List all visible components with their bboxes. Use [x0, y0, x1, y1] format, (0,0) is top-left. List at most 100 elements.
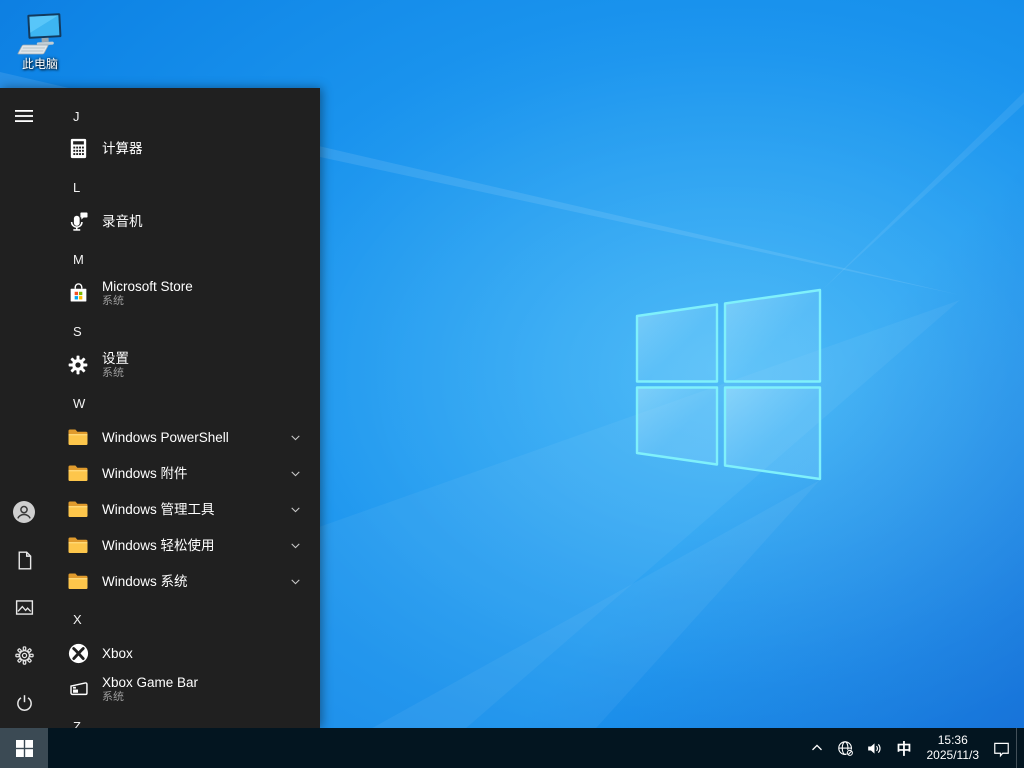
app-item-label: Windows 附件: [102, 465, 188, 481]
app-item-sublabel: 系统: [102, 295, 124, 307]
app-item-texts: Microsoft Store 系统: [102, 278, 193, 308]
folder-item-windows-accessories[interactable]: Windows 附件: [48, 455, 320, 491]
section-header-x[interactable]: X: [48, 601, 320, 637]
app-item-texts: 录音机: [102, 213, 143, 230]
rail-documents-button[interactable]: [0, 536, 48, 584]
microsoft-store-icon: [66, 281, 90, 305]
app-item-texts: Xbox Game Bar 系统: [102, 674, 198, 704]
app-item-label: Windows 系统: [102, 573, 188, 589]
speaker-volume-icon: [868, 742, 881, 754]
xbox-game-bar-icon: [66, 677, 90, 701]
section-letter: L: [73, 179, 81, 195]
rail-pictures-button[interactable]: [0, 583, 48, 631]
app-item-label: Xbox: [102, 645, 133, 661]
user-avatar-icon: [12, 500, 36, 524]
rail-settings-button[interactable]: [0, 631, 48, 679]
desktop-icon-this-pc[interactable]: 此电脑: [8, 12, 72, 71]
app-item-texts: Windows 轻松使用: [102, 537, 215, 554]
app-item-label: Windows PowerShell: [102, 429, 229, 445]
clock-time: 15:36: [937, 733, 968, 747]
app-item-label: 设置: [102, 351, 129, 366]
app-item-label: 录音机: [102, 213, 143, 229]
app-item-voice-recorder[interactable]: 录音机: [48, 203, 320, 239]
folder-item-windows-powershell[interactable]: Windows PowerShell: [48, 419, 320, 455]
app-item-sublabel: 系统: [102, 367, 124, 379]
section-header-j[interactable]: J: [48, 98, 320, 134]
folder-icon: [66, 533, 90, 557]
folder-item-windows-ease-of-access[interactable]: Windows 轻松使用: [48, 527, 320, 563]
section-letter: M: [73, 251, 84, 267]
folder-item-windows-admin-tools[interactable]: Windows 管理工具: [48, 491, 320, 527]
app-item-sublabel: 系统: [102, 691, 124, 703]
section-header-s[interactable]: S: [48, 313, 320, 349]
section-letter: S: [73, 323, 82, 339]
app-item-settings[interactable]: 设置 系统: [48, 345, 320, 385]
section-letter: Z: [73, 718, 81, 729]
chevron-down-icon[interactable]: [289, 575, 302, 588]
app-item-label: Windows 轻松使用: [102, 537, 215, 553]
app-item-xbox-game-bar[interactable]: Xbox Game Bar 系统: [48, 669, 320, 709]
app-item-label: Windows 管理工具: [102, 501, 215, 517]
app-item-label: 计算器: [102, 140, 143, 156]
pictures-icon: [14, 597, 35, 618]
calculator-icon: [66, 136, 90, 160]
app-item-calculator[interactable]: 计算器: [48, 130, 320, 166]
section-letter: W: [73, 395, 86, 411]
settings-icon: [66, 353, 90, 377]
action-center-button[interactable]: [987, 728, 1016, 768]
folder-icon: [66, 569, 90, 593]
system-tray: 中 15:36 2025/11/3: [803, 728, 1024, 768]
app-item-label: Xbox Game Bar: [102, 675, 199, 690]
app-item-texts: Windows 管理工具: [102, 501, 215, 518]
app-item-xbox[interactable]: Xbox: [48, 635, 320, 671]
folder-item-windows-system[interactable]: Windows 系统: [48, 563, 320, 599]
chevron-down-icon[interactable]: [289, 503, 302, 516]
xbox-icon: [66, 641, 90, 665]
start-button[interactable]: [0, 728, 48, 768]
hamburger-icon: [14, 106, 34, 126]
rail-user-button[interactable]: [0, 488, 48, 536]
chevron-down-icon[interactable]: [289, 467, 302, 480]
chevron-down-icon[interactable]: [289, 539, 302, 552]
tray-clock[interactable]: 15:36 2025/11/3: [919, 733, 988, 763]
section-header-l[interactable]: L: [48, 169, 320, 205]
action-center-icon: [994, 742, 1009, 757]
folder-icon: [66, 425, 90, 449]
rail-power-button[interactable]: [0, 679, 48, 727]
chevron-up-icon: [812, 744, 823, 751]
app-item-texts: Xbox: [102, 645, 133, 662]
tray-volume-button[interactable]: [860, 728, 889, 768]
section-header-w[interactable]: W: [48, 385, 320, 421]
folder-icon: [66, 461, 90, 485]
chevron-down-icon[interactable]: [289, 431, 302, 444]
app-item-microsoft-store[interactable]: Microsoft Store 系统: [48, 273, 320, 313]
show-desktop-button[interactable]: [1016, 728, 1024, 768]
settings-gear-icon: [14, 645, 35, 666]
section-letter: J: [73, 108, 80, 124]
desktop-icon-label: 此电脑: [21, 57, 58, 71]
folder-icon: [66, 497, 90, 521]
section-letter: X: [73, 611, 82, 627]
clock-date: 2025/11/3: [926, 748, 980, 762]
voice-recorder-icon: [66, 209, 90, 233]
taskbar: 中 15:36 2025/11/3: [0, 728, 1024, 768]
app-item-texts: 计算器: [102, 140, 143, 157]
app-item-texts: 设置 系统: [102, 350, 129, 380]
app-item-label: Microsoft Store: [102, 279, 193, 294]
tray-hidden-icons-button[interactable]: [803, 728, 831, 768]
app-item-texts: Windows 附件: [102, 465, 188, 482]
start-menu: J 计算器 L 录音机 M Microsoft Store 系统 S 设置 系统 W Windows …: [0, 88, 320, 728]
windows-start-icon: [15, 739, 33, 757]
section-header-m[interactable]: M: [48, 241, 320, 277]
app-item-texts: Windows PowerShell: [102, 429, 229, 446]
start-menu-app-list: J 计算器 L 录音机 M Microsoft Store 系统 S 设置 系统 W Windows …: [48, 88, 320, 728]
network-globe-no-internet-icon: [838, 740, 854, 756]
tray-ime-indicator[interactable]: 中: [889, 728, 918, 768]
start-menu-rail: [0, 88, 48, 728]
this-pc-computer-icon: [17, 13, 62, 55]
documents-icon: [14, 550, 35, 571]
section-header-z[interactable]: Z: [48, 708, 320, 729]
power-icon: [14, 693, 35, 714]
tray-network-button[interactable]: [831, 728, 860, 768]
rail-expand-button[interactable]: [0, 92, 48, 140]
